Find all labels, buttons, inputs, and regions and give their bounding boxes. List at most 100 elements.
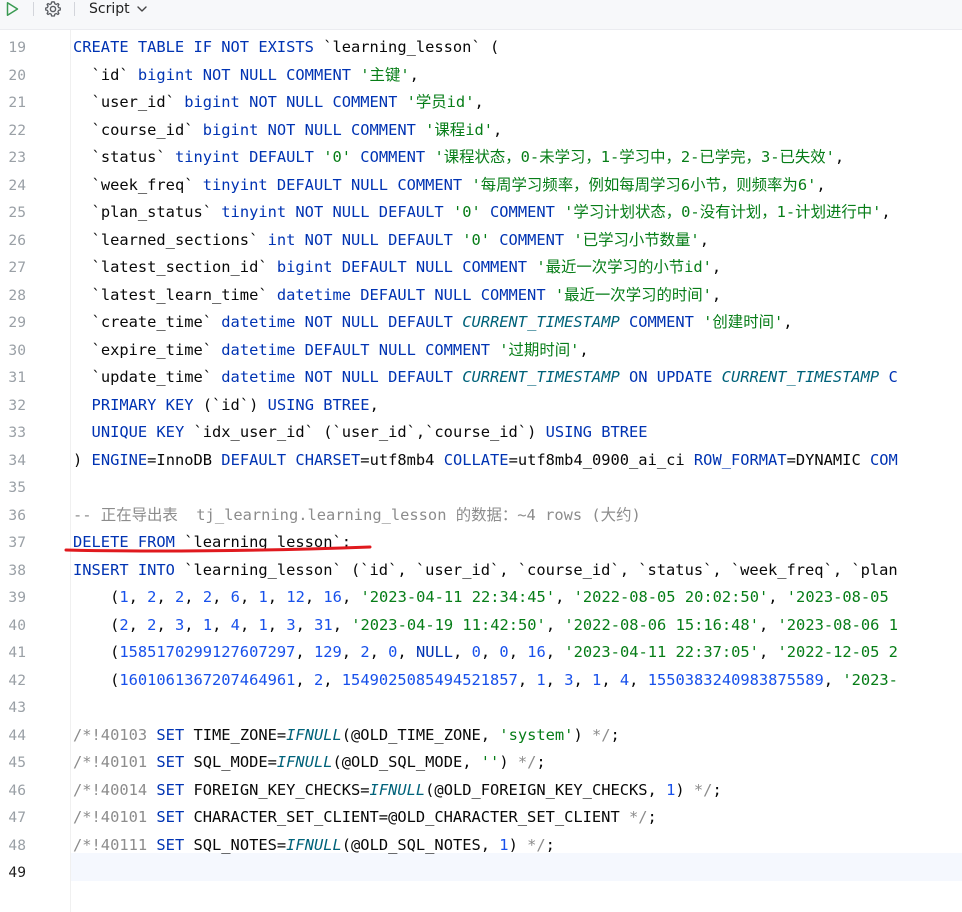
code-token: PRIMARY KEY: [91, 395, 203, 414]
line-number: 35: [8, 479, 26, 496]
script-dropdown[interactable]: Script: [89, 0, 148, 18]
code-token: SET: [156, 780, 194, 799]
code-line[interactable]: `id` bigint NOT NULL COMMENT '主键',: [73, 62, 419, 90]
code-token: '已学习小节数量': [573, 230, 700, 249]
code-line[interactable]: `update_time` datetime NOT NULL DEFAULT …: [73, 364, 898, 392]
code-line[interactable]: /*!40111 SET SQL_NOTES=IFNULL(@OLD_SQL_N…: [73, 832, 555, 860]
code-token: ,: [601, 670, 620, 689]
code-token: */: [591, 725, 611, 744]
code-token: '每周学习频率，例如每周学习6小节，则频率为6': [471, 175, 817, 194]
settings-button[interactable]: [43, 0, 63, 18]
code-line[interactable]: `create_time` datetime NOT NULL DEFAULT …: [73, 309, 793, 337]
code-line[interactable]: `week_freq` tinyint DEFAULT NULL COMMENT…: [73, 172, 826, 200]
code-token: 2: [202, 588, 213, 606]
code-token: SQL_NOTES=: [193, 835, 287, 854]
line-number: 26: [8, 231, 26, 249]
code-token: UNIQUE KEY: [91, 423, 194, 441]
code-token: 0: [471, 643, 481, 661]
line-number-gutter[interactable]: 19 20 21 22 23 24 25 26 27 28 29 30 31 32 33 34 35 36 37 38…: [0, 30, 70, 912]
code-token: ,: [341, 588, 361, 606]
code-token: '0': [323, 148, 352, 166]
line-number: 30: [8, 341, 26, 359]
code-line[interactable]: CREATE TABLE IF NOT EXISTS `learning_les…: [73, 34, 499, 62]
code-token: ,: [480, 643, 500, 661]
code-token: ,: [267, 615, 287, 634]
code-token: '2023-08-06 1: [777, 615, 898, 634]
code-line[interactable]: /*!40101 SET SQL_MODE=IFNULL(@OLD_SQL_MO…: [73, 749, 546, 777]
code-line[interactable]: INSERT INTO `learning_lesson` (`id`, `us…: [73, 557, 898, 585]
code-token: (: [73, 588, 120, 606]
code-token: '2022-08-06 15:16:48': [564, 615, 759, 634]
code-editor[interactable]: CREATE TABLE IF NOT EXISTS `learning_les…: [73, 30, 962, 912]
code-line[interactable]: PRIMARY KEY (`id`) USING BTREE,: [73, 392, 379, 420]
line-number: 48: [8, 836, 26, 854]
code-line[interactable]: UNIQUE KEY `idx_user_id` (`user_id`,`cou…: [73, 419, 648, 447]
line-number: 37: [8, 534, 26, 551]
code-token: 129: [313, 643, 342, 661]
code-line[interactable]: (1, 2, 2, 2, 6, 1, 12, 16, '2023-04-11 2…: [73, 584, 889, 612]
code-token: SET: [156, 725, 194, 744]
code-token: ,: [545, 615, 565, 634]
code-token: ): [675, 780, 694, 799]
code-token: COMMENT: [490, 230, 574, 249]
code-token: -- 正在导出表 tj_learning.learning_lesson 的数据…: [73, 505, 641, 524]
code-token: (@OLD_FOREIGN_KEY_CHECKS,: [425, 780, 667, 799]
code-token: ): [73, 450, 92, 469]
code-token: =utf8mb4: [360, 450, 444, 469]
code-line[interactable]: `latest_learn_time` datetime DEFAULT NUL…: [73, 282, 722, 310]
code-token: (: [480, 38, 500, 56]
code-line[interactable]: `plan_status` tinyint NOT NULL DEFAULT '…: [73, 199, 891, 227]
red-underline-annotation: [64, 545, 372, 553]
code-token: /*!40111: [73, 835, 157, 854]
line-number: 36: [8, 506, 26, 524]
code-token: CURRENT_TIMESTAMP: [462, 313, 620, 331]
code-line[interactable]: (2, 2, 3, 1, 4, 1, 3, 31, '2023-04-19 11…: [73, 612, 898, 640]
code-line[interactable]: `user_id` bigint NOT NULL COMMENT '学员id'…: [73, 89, 484, 117]
code-token: '创建时间': [703, 313, 784, 331]
code-token: `week_freq`: [91, 175, 194, 194]
line-number: 21: [8, 94, 26, 111]
code-line[interactable]: `expire_time` datetime DEFAULT NULL COMM…: [73, 337, 589, 365]
code-line[interactable]: /*!40101 SET CHARACTER_SET_CLIENT=@OLD_C…: [73, 804, 657, 832]
code-token: 1550383240983875589: [647, 670, 824, 689]
code-line[interactable]: `course_id` bigint NOT NULL COMMENT '课程i…: [73, 117, 503, 145]
code-line[interactable]: -- 正在导出表 tj_learning.learning_lesson 的数据…: [73, 502, 641, 530]
line-number: 19: [8, 39, 26, 56]
code-token: 3: [175, 615, 185, 634]
code-line[interactable]: `status` tinyint DEFAULT '0' COMMENT '课程…: [73, 144, 845, 172]
gear-icon: [45, 1, 61, 17]
run-icon: [6, 2, 19, 16]
code-token: ;: [536, 753, 546, 771]
code-token: IFNULL: [369, 780, 426, 799]
code-token: ;: [712, 780, 722, 799]
line-number: 40: [8, 616, 26, 634]
toolbar-separator: [33, 2, 34, 16]
code-token: CURRENT_TIMESTAMP: [721, 368, 880, 386]
code-line[interactable]: `latest_section_id` bigint DEFAULT NULL …: [73, 254, 722, 282]
line-number: 44: [8, 726, 26, 744]
code-token: (: [73, 670, 120, 689]
code-token: 2: [175, 588, 185, 606]
code-token: ,: [323, 670, 342, 689]
code-line[interactable]: /*!40103 SET TIME_ZONE=IFNULL(@OLD_TIME_…: [73, 722, 620, 750]
code-token: =utf8mb4_0900_ai_ci: [508, 450, 694, 469]
code-token: 1601061367207464961: [119, 670, 296, 689]
code-line[interactable]: (1601061367207464961, 2, 154902508549452…: [73, 667, 898, 695]
code-token: '': [480, 753, 500, 771]
code-line[interactable]: /*!40014 SET FOREIGN_KEY_CHECKS=IFNULL(@…: [73, 777, 722, 805]
run-button[interactable]: [2, 0, 22, 18]
code-line[interactable]: `learned_sections` int NOT NULL DEFAULT …: [73, 227, 709, 255]
code-token: IFNULL: [286, 725, 342, 744]
code-token: 4: [619, 670, 630, 689]
code-token: COM: [869, 450, 898, 469]
code-token: bigint NOT NULL COMMENT: [128, 65, 361, 84]
code-token: `idx_user_id`: [193, 423, 314, 441]
code-token: `update_time`: [91, 368, 213, 386]
code-token: 2: [119, 615, 129, 634]
code-line[interactable]: (1585170299127607297, 129, 2, 0, NULL, 0…: [73, 639, 898, 667]
code-token: datetime NOT NULL DEFAULT: [212, 313, 463, 331]
code-line[interactable]: ) ENGINE=InnoDB DEFAULT CHARSET=utf8mb4 …: [73, 447, 898, 475]
